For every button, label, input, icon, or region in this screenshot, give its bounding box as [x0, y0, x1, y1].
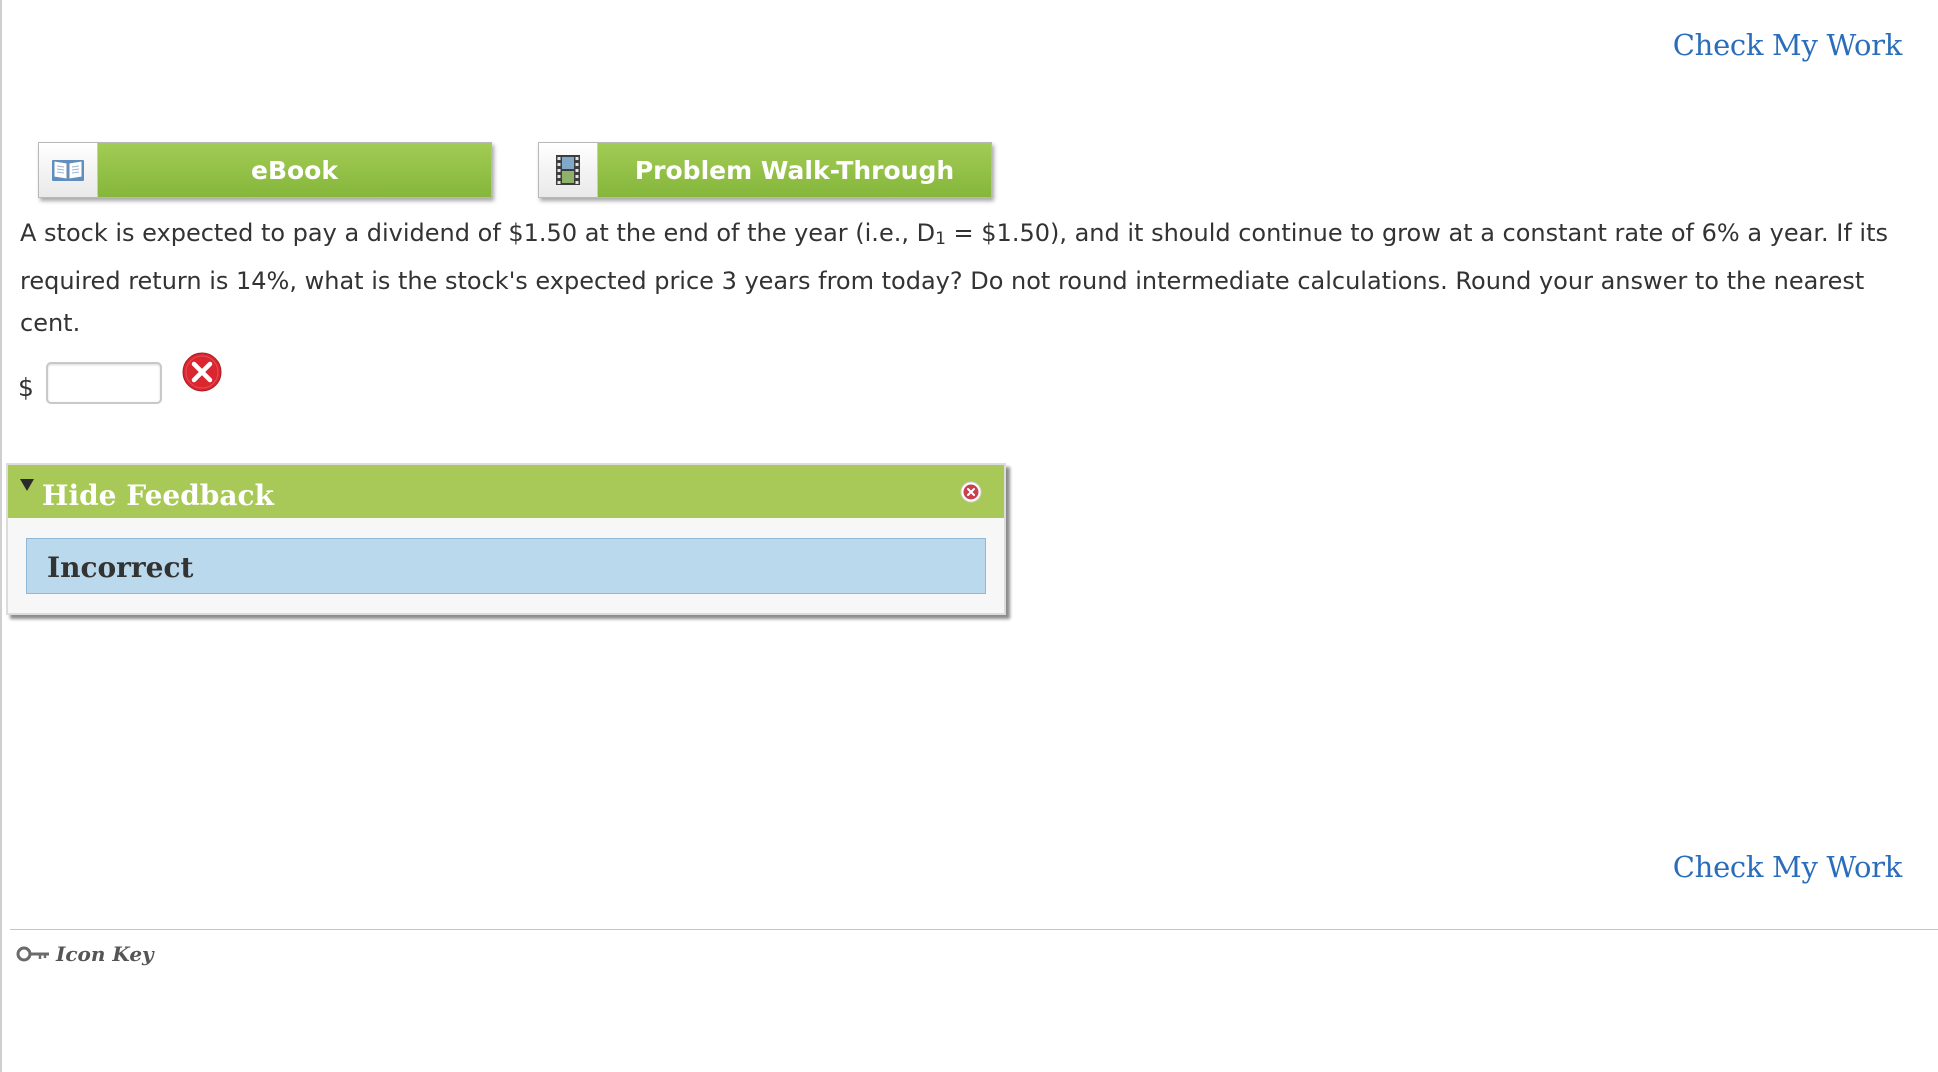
collapse-triangle-icon[interactable] — [20, 479, 34, 491]
question-subscript: 1 — [935, 229, 946, 249]
film-icon — [539, 143, 598, 197]
check-my-work-link-top[interactable]: Check My Work — [1673, 28, 1903, 62]
footer-divider — [10, 929, 1938, 930]
key-icon — [16, 946, 49, 962]
feedback-header[interactable]: Hide Feedback — [8, 465, 1004, 518]
question-text-part1: A stock is expected to pay a dividend of… — [20, 219, 936, 247]
problem-walkthrough-button[interactable]: Problem Walk-Through — [538, 142, 992, 198]
icon-key-label: Icon Key — [56, 942, 154, 966]
question-text: A stock is expected to pay a dividend of… — [20, 212, 1925, 344]
check-my-work-link-bottom[interactable]: Check My Work — [1673, 850, 1903, 884]
assignment-page: Check My Work eBook Problem Walk-Through… — [0, 0, 1938, 1072]
ebook-button[interactable]: eBook — [38, 142, 492, 198]
answer-row: $ — [18, 356, 162, 404]
currency-symbol: $ — [18, 372, 34, 402]
book-icon — [39, 143, 98, 197]
hide-feedback-toggle[interactable]: Hide Feedback — [42, 479, 274, 512]
feedback-panel: Hide Feedback Incorrect — [6, 463, 1006, 615]
ebook-label: eBook — [98, 143, 491, 197]
feedback-result-text: Incorrect — [47, 551, 194, 584]
feedback-result-box: Incorrect — [26, 538, 986, 594]
incorrect-x-icon — [182, 352, 222, 392]
icon-key-link[interactable]: Icon Key — [16, 942, 154, 966]
answer-input[interactable] — [45, 362, 162, 404]
close-icon[interactable] — [960, 481, 982, 503]
problem-walkthrough-label: Problem Walk-Through — [598, 143, 991, 197]
